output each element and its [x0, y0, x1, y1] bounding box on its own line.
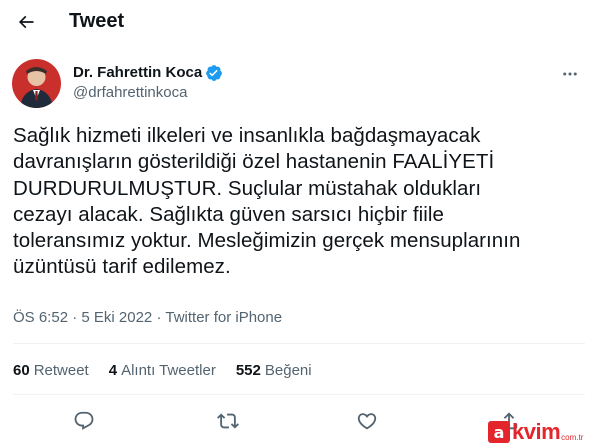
page-title: Tweet [69, 10, 125, 32]
author-name[interactable]: Dr. Fahrettin Koca [73, 64, 223, 82]
back-button[interactable] [8, 4, 44, 40]
heart-icon [357, 413, 377, 430]
like-count: 552 [235, 362, 261, 379]
more-horizontal-icon [563, 72, 577, 76]
avatar-image [12, 59, 61, 108]
tweet-time[interactable]: ÖS 6:52 [13, 309, 68, 326]
verified-badge-icon [206, 65, 223, 81]
quote-label: Alıntı Tweetler [121, 362, 216, 379]
retweet-button[interactable] [212, 405, 244, 437]
divider [13, 343, 585, 344]
like-stat[interactable]: 552 Beğeni [236, 362, 312, 380]
reply-icon [74, 411, 94, 430]
retweet-count: 60 [13, 362, 30, 379]
avatar[interactable] [12, 59, 61, 108]
like-button[interactable] [351, 405, 383, 437]
reply-button[interactable] [68, 405, 100, 437]
akvim-watermark: a kvim com.tr [488, 418, 594, 446]
quote-count: 4 [108, 362, 118, 379]
watermark-badge: a [488, 421, 510, 443]
arrow-left-icon [18, 15, 34, 29]
retweet-stat[interactable]: 60 Retweet [13, 362, 89, 380]
more-button[interactable] [556, 60, 584, 88]
meta-separator: · [156, 309, 162, 326]
watermark-text: kvim [512, 419, 561, 444]
tweet-source[interactable]: Twitter for iPhone [165, 309, 282, 326]
page-header: Tweet [0, 0, 598, 44]
like-label: Beğeni [264, 362, 312, 379]
divider [13, 394, 585, 395]
author-handle[interactable]: @drfahrettinkoca [73, 84, 187, 102]
tweet-text: Sağlık hizmeti ilkeleri ve insanlıkla ba… [13, 124, 521, 279]
watermark-domain: com.tr [561, 432, 584, 442]
retweet-icon [217, 413, 239, 429]
meta-separator: · [72, 309, 78, 326]
tweet-stats: 60 Retweet 4 Alıntı Tweetler 552 Beğeni [13, 362, 312, 380]
tweet-date[interactable]: 5 Eki 2022 [81, 309, 152, 326]
quote-stat[interactable]: 4 Alıntı Tweetler [109, 362, 216, 380]
author-name-text: Dr. Fahrettin Koca [73, 64, 203, 81]
tweet-metadata: ÖS 6:52 · 5 Eki 2022 · Twitter for iPhon… [13, 309, 282, 327]
retweet-label: Retweet [33, 362, 89, 379]
